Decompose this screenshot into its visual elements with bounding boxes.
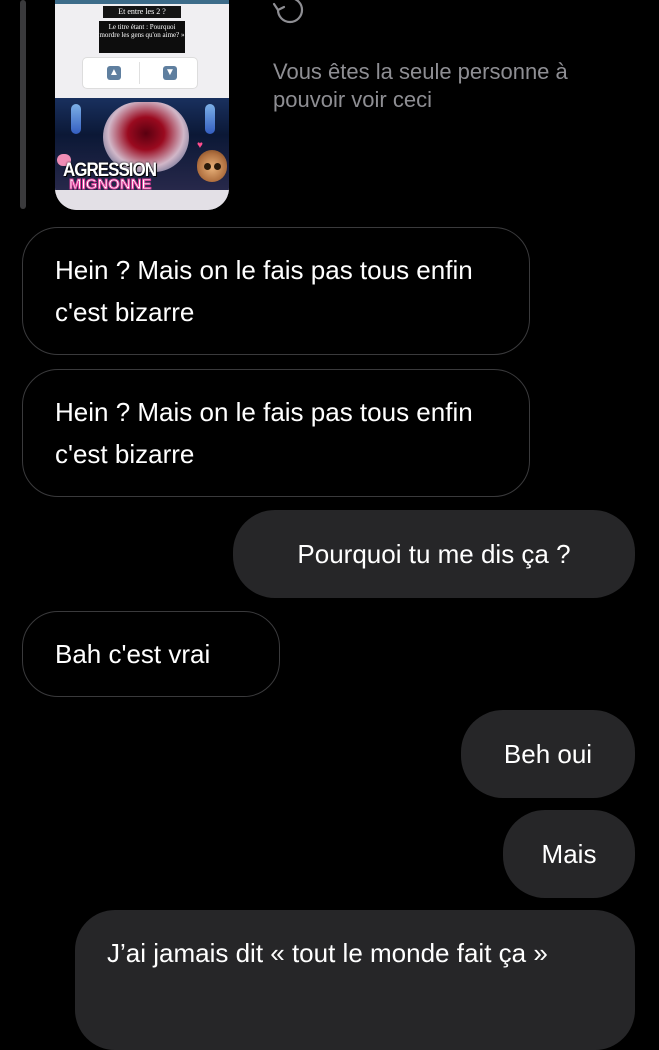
reply-arrow-icon xyxy=(272,0,304,24)
story-poll-area: Et entre les 2 ? Le titre étant : Pourqu… xyxy=(55,0,229,98)
message-sent[interactable]: Mais xyxy=(503,810,635,898)
story-poll: ▲ ▼ xyxy=(83,58,197,88)
story-bottom-strip xyxy=(55,190,229,210)
message-sent[interactable]: Pourquoi tu me dis ça ? xyxy=(233,510,635,598)
earring-right xyxy=(205,104,215,134)
earring-left xyxy=(71,104,81,134)
story-subcaption: Le titre étant : Pourquoi mordre les gen… xyxy=(99,21,185,53)
message-sent[interactable]: Beh oui xyxy=(461,710,635,798)
reply-quote-bar xyxy=(20,0,26,209)
message-received[interactable]: Hein ? Mais on le fais pas tous enfin c'… xyxy=(22,369,530,497)
story-caption: Et entre les 2 ? xyxy=(103,6,181,18)
story-title-line2: MIGNONNE xyxy=(69,176,152,194)
double-chevron-up-icon: ▲ xyxy=(107,66,121,80)
cat-eye-right xyxy=(214,163,221,170)
poll-divider xyxy=(139,62,140,84)
message-received[interactable]: Hein ? Mais on le fais pas tous enfin c'… xyxy=(22,227,530,355)
story-top-frame xyxy=(55,0,229,4)
shared-story-preview[interactable]: Et entre les 2 ? Le titre étant : Pourqu… xyxy=(55,0,229,210)
double-chevron-down-icon: ▼ xyxy=(163,66,177,80)
heart-icon: ♥ xyxy=(197,140,203,151)
cat-face-icon xyxy=(197,150,227,182)
cat-eye-left xyxy=(204,163,211,170)
private-visibility-note: Vous êtes la seule personne à pouvoir vo… xyxy=(273,59,568,112)
message-received[interactable]: Bah c'est vrai xyxy=(22,611,280,697)
message-sent[interactable]: J’ai jamais dit « tout le monde fait ça … xyxy=(75,910,635,1050)
